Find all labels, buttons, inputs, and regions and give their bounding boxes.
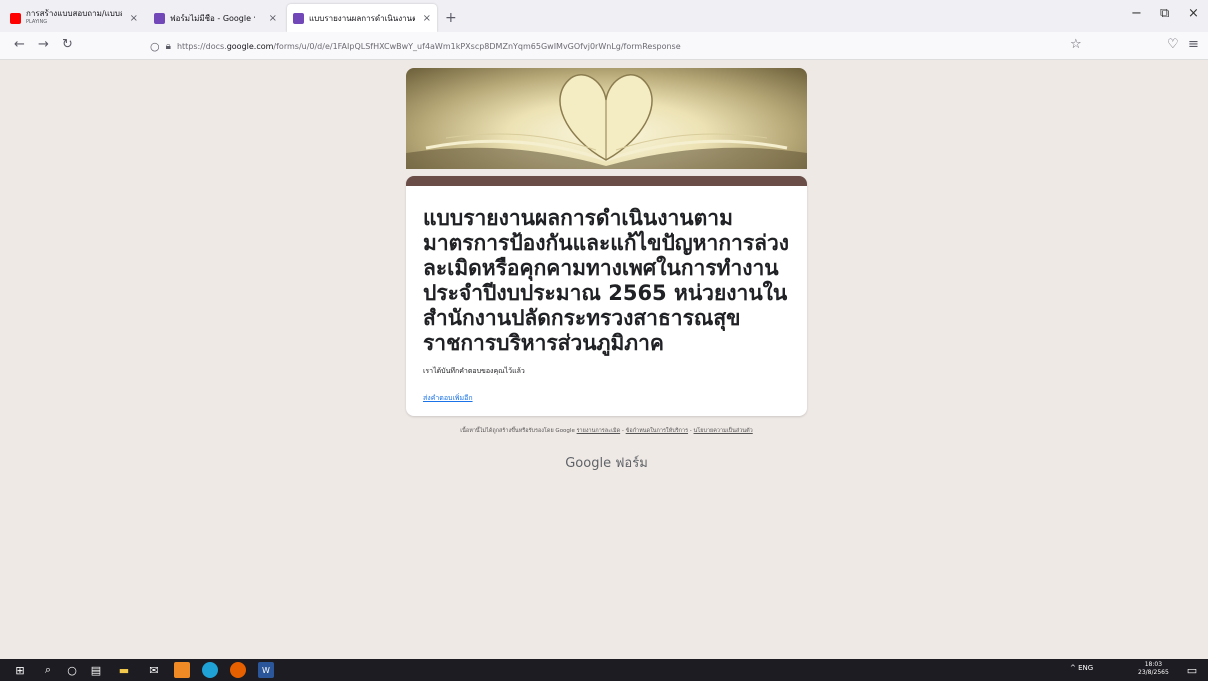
google-forms-icon: [293, 12, 304, 24]
search-icon[interactable]: ⌕: [40, 662, 56, 678]
forward-button[interactable]: →: [38, 37, 49, 52]
google-forms-icon: [154, 12, 165, 24]
task-view-icon[interactable]: ▤: [88, 662, 104, 678]
window-close-button[interactable]: ×: [1188, 6, 1199, 21]
tab-subtitle: PLAYING: [26, 19, 48, 25]
tab-untitled-form[interactable]: ฟอร์มไม่มีชื่อ - Google ฟอร์ม ×: [148, 4, 283, 32]
clock-date: 23/8/2565: [1138, 669, 1169, 676]
close-icon[interactable]: ×: [269, 13, 277, 24]
app-icon[interactable]: [174, 662, 190, 678]
word-icon[interactable]: W: [258, 662, 274, 678]
system-tray[interactable]: ^ ENG: [1070, 664, 1093, 672]
tab-bar: การสร้างแบบสอบถาม/แบบสำรวจ PLAYING × ฟอร…: [0, 0, 1208, 32]
open-book-image: [406, 74, 807, 169]
url-host: google.com: [226, 41, 274, 51]
maximize-button[interactable]: ⧉: [1160, 6, 1169, 21]
lock-icon[interactable]: 🔒︎: [166, 41, 171, 52]
reload-button[interactable]: ↻: [62, 37, 73, 52]
url-path: /forms/u/0/d/e/1FAIpQLSfHXCwBwY_uf4aWm1k…: [273, 41, 681, 51]
clock-time: 18:03: [1144, 661, 1163, 668]
navigation-bar: ← → ↻ ○ 🔒︎ https://docs. google.com/forms…: [0, 32, 1208, 60]
youtube-icon: [10, 12, 21, 24]
submit-another-link[interactable]: ส่งคำตอบเพิ่มอีก: [423, 393, 473, 404]
form-card: แบบรายงานผลการดำเนินงานตามมาตรการป้องกัน…: [406, 176, 807, 416]
footer-disclaimer: เนื้อหานี้ไม่ได้ถูกสร้างขึ้นหรือรับรองโด…: [406, 427, 807, 435]
terms-link[interactable]: ข้อกำหนดในการให้บริการ: [626, 428, 688, 434]
confirmation-message: เราได้บันทึกคำตอบของคุณไว้แล้ว: [423, 367, 525, 375]
bookmark-star-icon[interactable]: ☆: [1070, 37, 1082, 52]
firefox-icon[interactable]: [230, 662, 246, 678]
url-prefix: https://docs.: [176, 41, 227, 51]
menu-icon[interactable]: ≡: [1188, 37, 1199, 52]
close-icon[interactable]: ×: [130, 13, 138, 24]
privacy-link[interactable]: นโยบายความเป็นส่วนตัว: [694, 428, 753, 434]
back-button[interactable]: ←: [14, 37, 25, 52]
report-abuse-link[interactable]: รายงานการละเมิด: [577, 428, 621, 434]
file-explorer-icon[interactable]: ▬: [116, 662, 132, 678]
tab-report-form[interactable]: แบบรายงานผลการดำเนินงานตาม ×: [287, 4, 437, 32]
tab-title: แบบรายงานผลการดำเนินงานตาม: [309, 13, 415, 23]
shield-icon[interactable]: ○: [150, 40, 160, 53]
google-forms-logo[interactable]: Google ฟอร์ม: [406, 452, 807, 473]
edge-icon[interactable]: [202, 662, 218, 678]
form-header-image: [406, 68, 807, 169]
tab-title: การสร้างแบบสอบถาม/แบบสำรวจ: [26, 9, 122, 18]
cortana-icon[interactable]: ○: [64, 662, 80, 678]
address-bar[interactable]: ○ 🔒︎ https://docs. google.com/forms/u/0/d…: [150, 35, 1100, 57]
minimize-button[interactable]: −: [1131, 6, 1142, 21]
close-icon[interactable]: ×: [423, 13, 431, 24]
mail-icon[interactable]: ✉: [146, 662, 162, 678]
pocket-icon[interactable]: ♡: [1167, 37, 1179, 52]
new-tab-button[interactable]: +: [445, 4, 457, 32]
tab-title: ฟอร์มไม่มีชื่อ - Google ฟอร์ม: [170, 13, 255, 23]
notifications-icon[interactable]: ▭: [1184, 662, 1200, 678]
clock[interactable]: 18:03 23/8/2565: [1138, 661, 1169, 677]
windows-start-icon[interactable]: ⊞: [12, 662, 28, 678]
tab-youtube[interactable]: การสร้างแบบสอบถาม/แบบสำรวจ PLAYING ×: [4, 4, 144, 32]
disclaimer-text: เนื้อหานี้ไม่ได้ถูกสร้างขึ้นหรือรับรองโด…: [460, 428, 577, 434]
taskbar: ⊞ ⌕ ○ ▤ ▬ ✉ W ^ ENG 18:03 23/8/2565 ▭: [0, 659, 1208, 681]
form-title: แบบรายงานผลการดำเนินงานตามมาตรการป้องกัน…: [423, 206, 790, 355]
